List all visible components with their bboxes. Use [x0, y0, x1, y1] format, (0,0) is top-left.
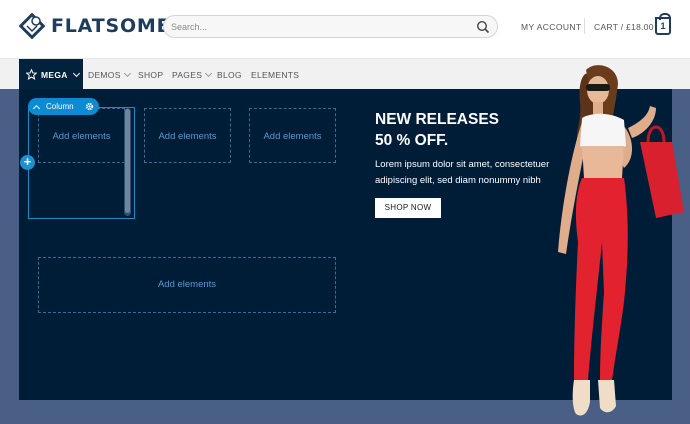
search-icon[interactable]	[476, 20, 490, 34]
nav-item-demos[interactable]: DEMOS	[88, 69, 131, 80]
nav-item-mega[interactable]: MEGA	[19, 59, 83, 90]
nav-item-label: ELEMENTS	[251, 70, 300, 80]
search-box[interactable]	[163, 15, 498, 38]
add-elements-label: Add elements	[263, 131, 322, 142]
nav-item-shop[interactable]: SHOP	[138, 70, 163, 80]
nav-item-label: SHOP	[138, 70, 164, 80]
chevron-down-icon	[72, 69, 80, 77]
add-column-plus-icon[interactable]: +	[20, 155, 35, 170]
column-scrollbar[interactable]	[124, 108, 131, 216]
add-elements-label: Add elements	[157, 279, 217, 290]
add-elements-box[interactable]: Add elements	[144, 108, 231, 163]
logo-icon	[19, 13, 45, 39]
cart-link[interactable]: CART / £18.00	[594, 22, 654, 32]
logo-text: FLATSOME	[51, 15, 171, 37]
my-account-link[interactable]: MY ACCOUNT	[521, 22, 582, 32]
site-logo[interactable]: FLATSOME	[19, 11, 170, 41]
search-input[interactable]	[171, 20, 461, 34]
nav-item-label: PAGES	[172, 70, 203, 80]
chevron-down-icon	[123, 69, 131, 78]
site-header: FLATSOME MY ACCOUNT CART / £18.00 1	[0, 0, 690, 58]
nav-item-label: DEMOS	[88, 70, 121, 80]
nav-item-pages[interactable]: PAGES	[172, 69, 213, 80]
scrollbar-thumb[interactable]	[125, 109, 130, 213]
header-divider	[584, 18, 585, 34]
shop-now-button[interactable]: SHOP NOW	[375, 198, 441, 218]
add-elements-box[interactable]: Add elements	[38, 257, 336, 313]
column-toolbar[interactable]: Column	[28, 98, 99, 115]
gear-icon[interactable]	[85, 102, 94, 111]
promo-title-line2: 50 % OFF.	[375, 132, 449, 149]
promo-title: NEW RELEASES 50 % OFF.	[375, 109, 575, 151]
add-elements-label: Add elements	[158, 131, 217, 142]
nav-item-elements[interactable]: ELEMENTS	[251, 70, 299, 80]
promo-title-line1: NEW RELEASES	[375, 111, 500, 128]
add-elements-box[interactable]: Add elements	[249, 108, 336, 163]
chevron-down-icon	[205, 69, 213, 78]
cart-count-badge[interactable]: 1	[655, 13, 671, 35]
promo-text: Lorem ipsum dolor sit amet, consectetuer…	[375, 159, 550, 186]
star-icon	[26, 69, 37, 80]
selected-column-outline[interactable]	[28, 107, 135, 219]
model-image	[558, 65, 684, 416]
nav-item-label: BLOG	[217, 70, 242, 80]
column-tag-label: Column	[46, 102, 74, 111]
nav-item-blog[interactable]: BLOG	[217, 70, 242, 80]
chevron-up-icon[interactable]	[32, 104, 41, 112]
nav-item-label: MEGA	[41, 69, 68, 80]
